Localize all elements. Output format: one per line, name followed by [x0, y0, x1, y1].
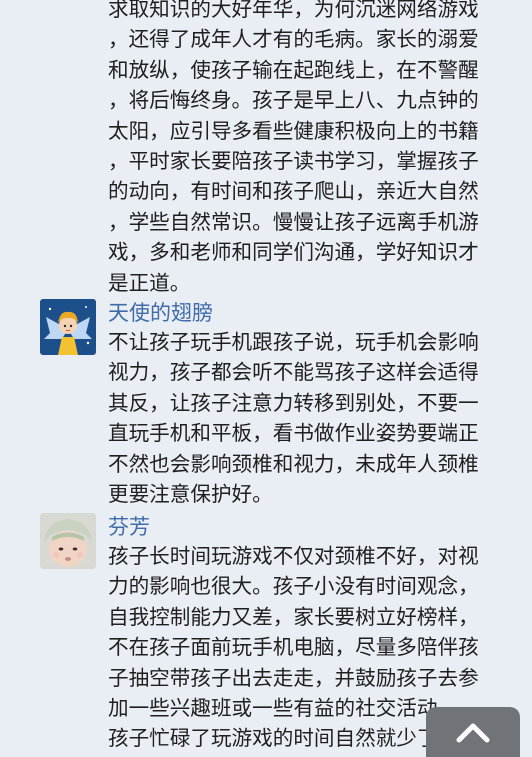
comment-line: 不然也会影响颈椎和视力，未成年人颈椎: [108, 451, 479, 476]
comment-line: 直玩手机和平板，看书做作业姿势要端正: [108, 421, 479, 446]
comment-username[interactable]: 芬芳: [108, 513, 150, 541]
comment-line: 更要注意保护好。: [108, 481, 273, 506]
baby-avatar-icon: [40, 513, 96, 569]
comment-line: 其反，让孩子注意力转移到别处，不要一: [108, 390, 479, 415]
comment-line: ，将后悔终身。孩子是早上八、九点钟的: [108, 88, 479, 113]
comment-line: 力的影响也很大。孩子小没有时间观念，: [108, 574, 479, 599]
comment-line: 求取知识的大好年华，为何沉迷网络游戏: [108, 0, 479, 21]
comment-text: 求取知识的大好年华，为何沉迷网络游戏 ，还得了成年人才有的毛病。家长的溺爱 和放…: [108, 0, 508, 298]
comment-line: ，还得了成年人才有的毛病。家长的溺爱: [108, 27, 479, 52]
comment-username[interactable]: 天使的翅膀: [108, 299, 213, 327]
angel-avatar-icon: [40, 299, 96, 355]
comment-line: 视力，孩子都会听不能骂孩子这样会适得: [108, 360, 479, 385]
chevron-up-icon: [456, 723, 490, 743]
comment-line: 不让孩子玩手机跟孩子说，玩手机会影响: [108, 330, 479, 354]
comment-line: 子抽空带孩子出去走走，并鼓励孩子去参: [108, 665, 479, 690]
comment-line: 是正道。: [108, 270, 191, 295]
comment-line: 的动向，有时间和孩子爬山，亲近大自然: [108, 179, 479, 204]
comment-line: 戏，多和老师和同学们沟通，学好知识才: [108, 240, 479, 265]
comment-feed: 求取知识的大好年华，为何沉迷网络游戏 ，还得了成年人才有的毛病。家长的溺爱 和放…: [0, 0, 532, 750]
comment-line: 孩子长时间玩游戏不仅对颈椎不好，对视: [108, 544, 479, 568]
comment-text: 不让孩子玩手机跟孩子说，玩手机会影响 视力，孩子都会听不能骂孩子这样会适得 其反…: [108, 327, 508, 509]
comment-line: 自我控制能力又差，家长要树立好榜样，: [108, 604, 479, 629]
comment-line: 和放纵，使孩子输在起跑线上，在不警醒: [108, 57, 479, 82]
comment-line: ，学些自然常识。慢慢让孩子远离手机游: [108, 209, 479, 234]
comment-line: 太阳，应引导多看些健康积极向上的书籍: [108, 118, 479, 143]
comment-line: ，平时家长要陪孩子读书学习，掌握孩子: [108, 148, 479, 173]
comment-line: 不在孩子面前玩手机电脑，尽量多陪伴孩: [108, 635, 479, 660]
user-avatar[interactable]: [40, 299, 96, 355]
user-avatar[interactable]: [40, 513, 96, 569]
